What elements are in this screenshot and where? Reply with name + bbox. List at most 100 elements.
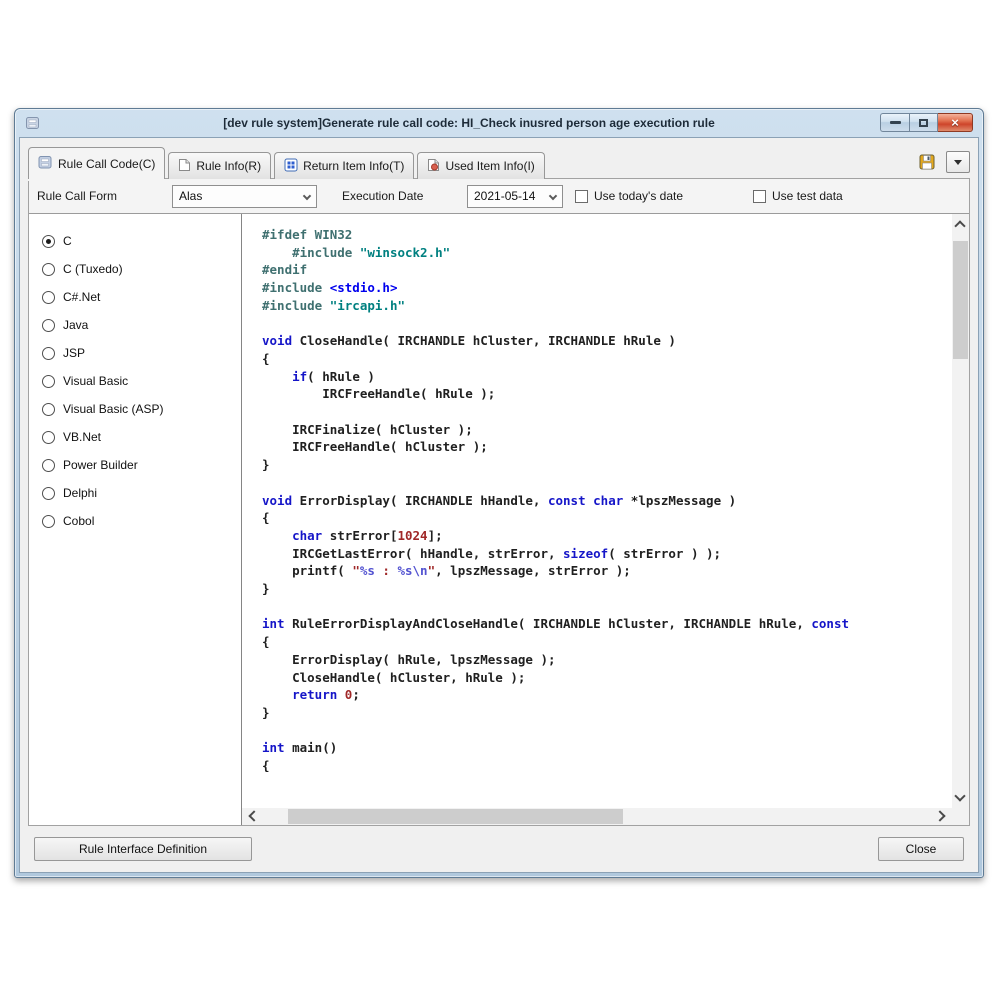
code-line: void CloseHandle( IRCHANDLE hCluster, IR… [262,332,952,350]
code-line: CloseHandle( hCluster, hRule ); [262,669,952,687]
code-document-icon [38,155,53,172]
tab-rule-call-code[interactable]: Rule Call Code(C) [28,147,165,179]
horizontal-scrollbar-thumb[interactable] [288,809,623,824]
code-line: } [262,580,952,598]
language-option-label: C#.Net [63,290,100,304]
radio-button-icon[interactable] [42,347,55,360]
language-option-vb-net[interactable]: VB.Net [42,423,241,451]
save-floppy-icon [919,154,935,170]
language-option-jsp[interactable]: JSP [42,339,241,367]
radio-button-icon[interactable] [42,319,55,332]
language-option-java[interactable]: Java [42,311,241,339]
use-test-data-checkbox[interactable] [753,190,766,203]
code-line: #include "ircapi.h" [262,297,952,315]
code-line: { [262,509,952,527]
tab-label: Rule Info(R) [196,159,261,173]
language-option-label: Java [63,318,88,332]
radio-button-icon[interactable] [42,403,55,416]
code-line: return 0; [262,686,952,704]
chevron-down-icon [954,160,962,169]
code-line: char strError[1024]; [262,527,952,545]
vertical-scrollbar-thumb[interactable] [953,241,968,359]
language-option-delphi[interactable]: Delphi [42,479,241,507]
code-line: { [262,633,952,651]
language-option-cobol[interactable]: Cobol [42,507,241,535]
maximize-icon [919,119,928,127]
radio-button-icon[interactable] [42,487,55,500]
scroll-left-icon[interactable] [248,810,259,821]
code-line: if( hRule ) [262,368,952,386]
language-option-label: Visual Basic [63,374,128,388]
code-line [262,315,952,333]
radio-button-icon[interactable] [42,291,55,304]
execution-date-label: Execution Date [342,189,467,203]
minimize-button[interactable] [880,113,909,132]
code-line [262,722,952,740]
code-line: ErrorDisplay( hRule, lpszMessage ); [262,651,952,669]
close-window-button[interactable]: × [938,113,973,132]
radio-button-icon[interactable] [42,515,55,528]
radio-button-icon[interactable] [42,263,55,276]
document-icon [178,158,191,175]
language-option-c[interactable]: C [42,227,241,255]
tab-return-item-info[interactable]: Return Item Info(T) [274,152,414,179]
language-option-label: Visual Basic (ASP) [63,402,163,416]
grid-icon [284,158,298,175]
language-option-visual-basic[interactable]: Visual Basic [42,367,241,395]
language-option-label: Cobol [63,514,94,528]
tab-label: Used Item Info(I) [445,159,534,173]
tab-rule-info[interactable]: Rule Info(R) [168,152,271,179]
language-option-power-builder[interactable]: Power Builder [42,451,241,479]
use-todays-date-checkbox-row[interactable]: Use today's date [575,189,683,203]
code-line: int main() [262,739,952,757]
code-line: IRCFinalize( hCluster ); [262,421,952,439]
dialog-window: [dev rule system]Generate rule call code… [14,108,984,878]
tab-label: Rule Call Code(C) [58,157,155,171]
horizontal-scrollbar[interactable] [242,808,952,825]
close-button[interactable]: Close [878,837,964,861]
save-button[interactable] [915,151,939,173]
use-todays-date-label: Use today's date [594,189,683,203]
code-content: #ifdef WIN32 #include "winsock2.h"#endif… [242,214,952,808]
code-line [262,598,952,616]
scroll-down-icon[interactable] [954,790,965,801]
code-line: IRCFreeHandle( hCluster ); [262,438,952,456]
language-option-visual-basic-asp[interactable]: Visual Basic (ASP) [42,395,241,423]
radio-button-icon[interactable] [42,375,55,388]
rule-call-form-select[interactable]: Alas [172,185,317,208]
code-line: printf( "%s : %s\n", lpszMessage, strErr… [262,562,952,580]
tab-used-item-info[interactable]: Used Item Info(I) [417,152,544,179]
window-title: [dev rule system]Generate rule call code… [79,116,859,130]
execution-date-value: 2021-05-14 [474,189,550,203]
maximize-button[interactable] [909,113,938,132]
radio-button-icon[interactable] [42,431,55,444]
code-line: IRCGetLastError( hHandle, strError, size… [262,545,952,563]
use-test-data-checkbox-row[interactable]: Use test data [753,189,843,203]
language-option-label: C [63,234,72,248]
chevron-down-icon [303,192,311,200]
code-line: } [262,456,952,474]
window-body: Rule Call Code(C) Rule Info(R) [19,137,979,873]
code-editor[interactable]: #ifdef WIN32 #include "winsock2.h"#endif… [241,214,969,825]
chevron-down-icon [549,192,557,200]
execution-date-select[interactable]: 2021-05-14 [467,185,563,208]
scroll-right-icon[interactable] [934,810,945,821]
radio-button-icon[interactable] [42,235,55,248]
language-option-c-net[interactable]: C#.Net [42,283,241,311]
toolbar: Rule Call Form Alas Execution Date 2021-… [29,179,969,214]
code-line: } [262,704,952,722]
rule-call-form-value: Alas [179,189,304,203]
language-option-c-tuxedo[interactable]: C (Tuxedo) [42,255,241,283]
vertical-scrollbar[interactable] [952,214,969,808]
rule-interface-definition-button[interactable]: Rule Interface Definition [34,837,252,861]
language-option-label: VB.Net [63,430,101,444]
use-todays-date-checkbox[interactable] [575,190,588,203]
bottom-bar: Rule Interface Definition Close [20,826,978,872]
language-list: C C (Tuxedo) C#.Net Java JSP Visual Basic Visu… [29,214,241,825]
scroll-up-icon[interactable] [954,220,965,231]
code-line: IRCFreeHandle( hRule ); [262,385,952,403]
radio-button-icon[interactable] [42,459,55,472]
code-line: void ErrorDisplay( IRCHANDLE hHandle, co… [262,492,952,510]
save-options-dropdown-button[interactable] [946,151,970,173]
code-line: #include <stdio.h> [262,279,952,297]
